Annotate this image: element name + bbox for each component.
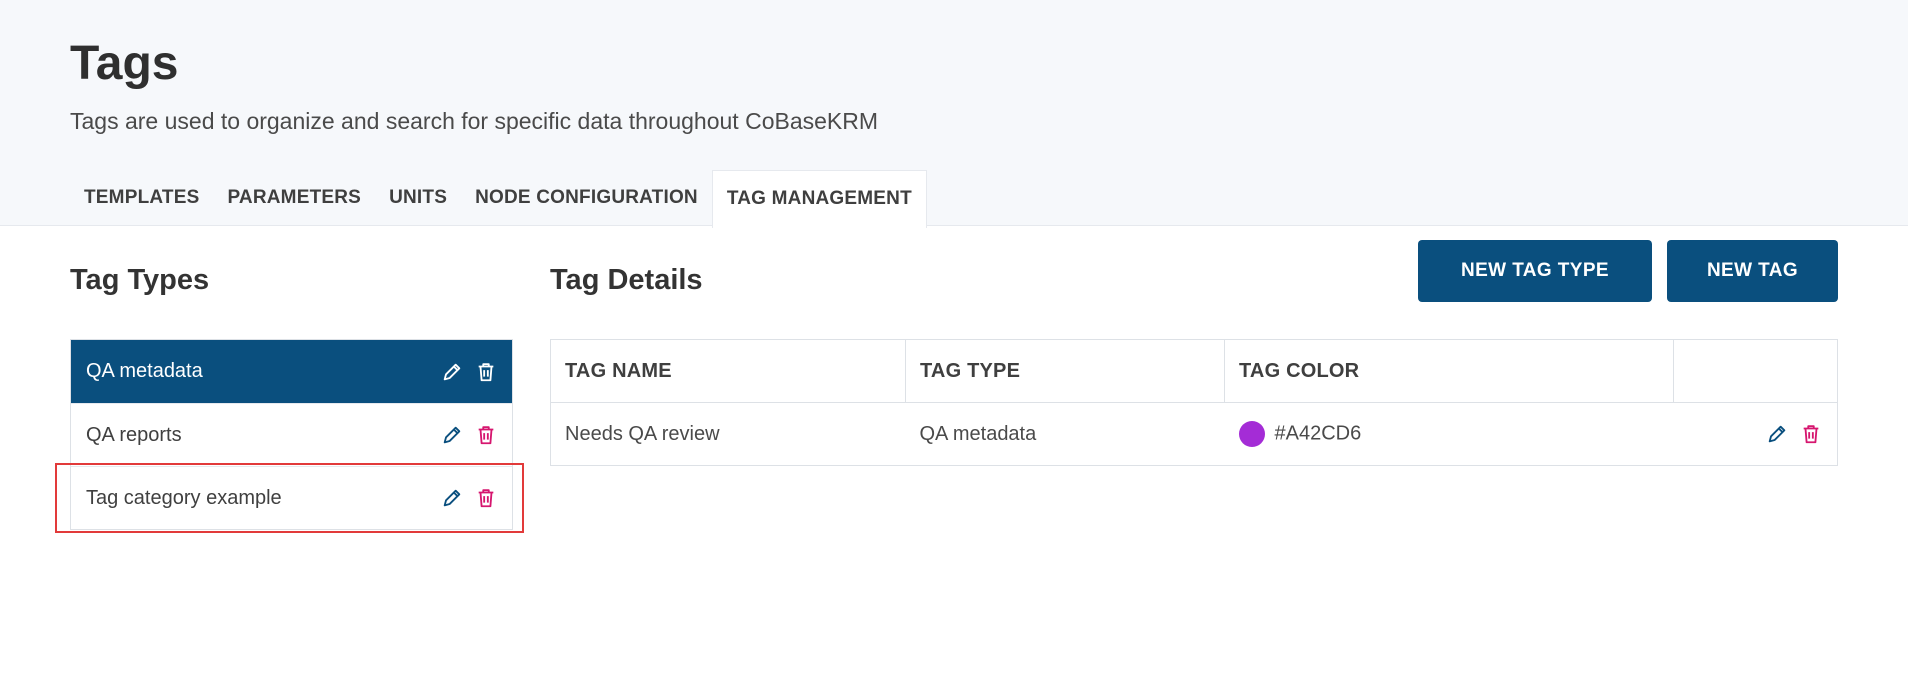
tab-tag-management[interactable]: TAG MANAGEMENT (711, 170, 927, 228)
tag-details-table: TAG NAME TAG TYPE TAG COLOR Needs QA rev… (550, 339, 1838, 466)
tag-type-item-qa-metadata[interactable]: QA metadata (71, 340, 512, 403)
tag-type-actions (440, 360, 498, 384)
page-subtitle: Tags are used to organize and search for… (70, 108, 879, 134)
tag-type-label: QA reports (86, 423, 182, 446)
table-row: Needs QA review QA metadata #A42CD6 (550, 402, 1838, 466)
page-header: Tags Tags are used to organize and searc… (0, 0, 1908, 228)
tag-type-actions (440, 423, 498, 447)
tag-type-cell: QA metadata (905, 402, 1225, 466)
trash-icon[interactable] (474, 486, 498, 510)
tab-node-configuration[interactable]: NODE CONFIGURATION (461, 170, 712, 226)
tag-type-label: QA metadata (86, 360, 203, 382)
row-actions (1688, 422, 1824, 446)
color-swatch (1238, 421, 1265, 447)
tag-types-list: QA metadata QA reports Tag category exam… (70, 339, 513, 530)
tag-type-actions (440, 486, 498, 510)
column-header-tag-color: TAG COLOR (1224, 339, 1674, 403)
tag-color-value: #A42CD6 (1274, 422, 1362, 445)
pencil-icon[interactable] (440, 360, 464, 384)
tag-name-cell: Needs QA review (550, 402, 906, 466)
page-title: Tags (70, 37, 179, 90)
column-header-tag-name: TAG NAME (550, 339, 906, 403)
tab-bar: TEMPLATES PARAMETERS UNITS NODE CONFIGUR… (70, 170, 927, 228)
tag-type-item-qa-reports[interactable]: QA reports (71, 403, 512, 466)
column-header-actions (1673, 339, 1838, 403)
trash-icon[interactable] (474, 360, 498, 384)
tab-parameters[interactable]: PARAMETERS (213, 170, 375, 226)
tab-units[interactable]: UNITS (375, 170, 461, 226)
tab-templates[interactable]: TEMPLATES (70, 170, 213, 226)
tag-type-label: Tag category example (86, 486, 282, 509)
trash-icon[interactable] (1799, 422, 1823, 446)
trash-icon[interactable] (474, 423, 498, 447)
new-tag-type-button[interactable]: NEW TAG TYPE (1418, 240, 1652, 302)
row-actions-cell (1673, 402, 1838, 466)
pencil-icon[interactable] (440, 423, 464, 447)
table-header-row: TAG NAME TAG TYPE TAG COLOR (550, 339, 1838, 403)
tag-color-cell: #A42CD6 (1224, 402, 1674, 466)
pencil-icon[interactable] (1765, 422, 1789, 446)
pencil-icon[interactable] (440, 486, 464, 510)
tag-types-title: Tag Types (70, 264, 210, 296)
column-header-tag-type: TAG TYPE (905, 339, 1225, 403)
tag-details-title: Tag Details (550, 264, 703, 296)
new-tag-button[interactable]: NEW TAG (1667, 240, 1838, 302)
tag-type-item-tag-category-example[interactable]: Tag category example (71, 466, 512, 529)
